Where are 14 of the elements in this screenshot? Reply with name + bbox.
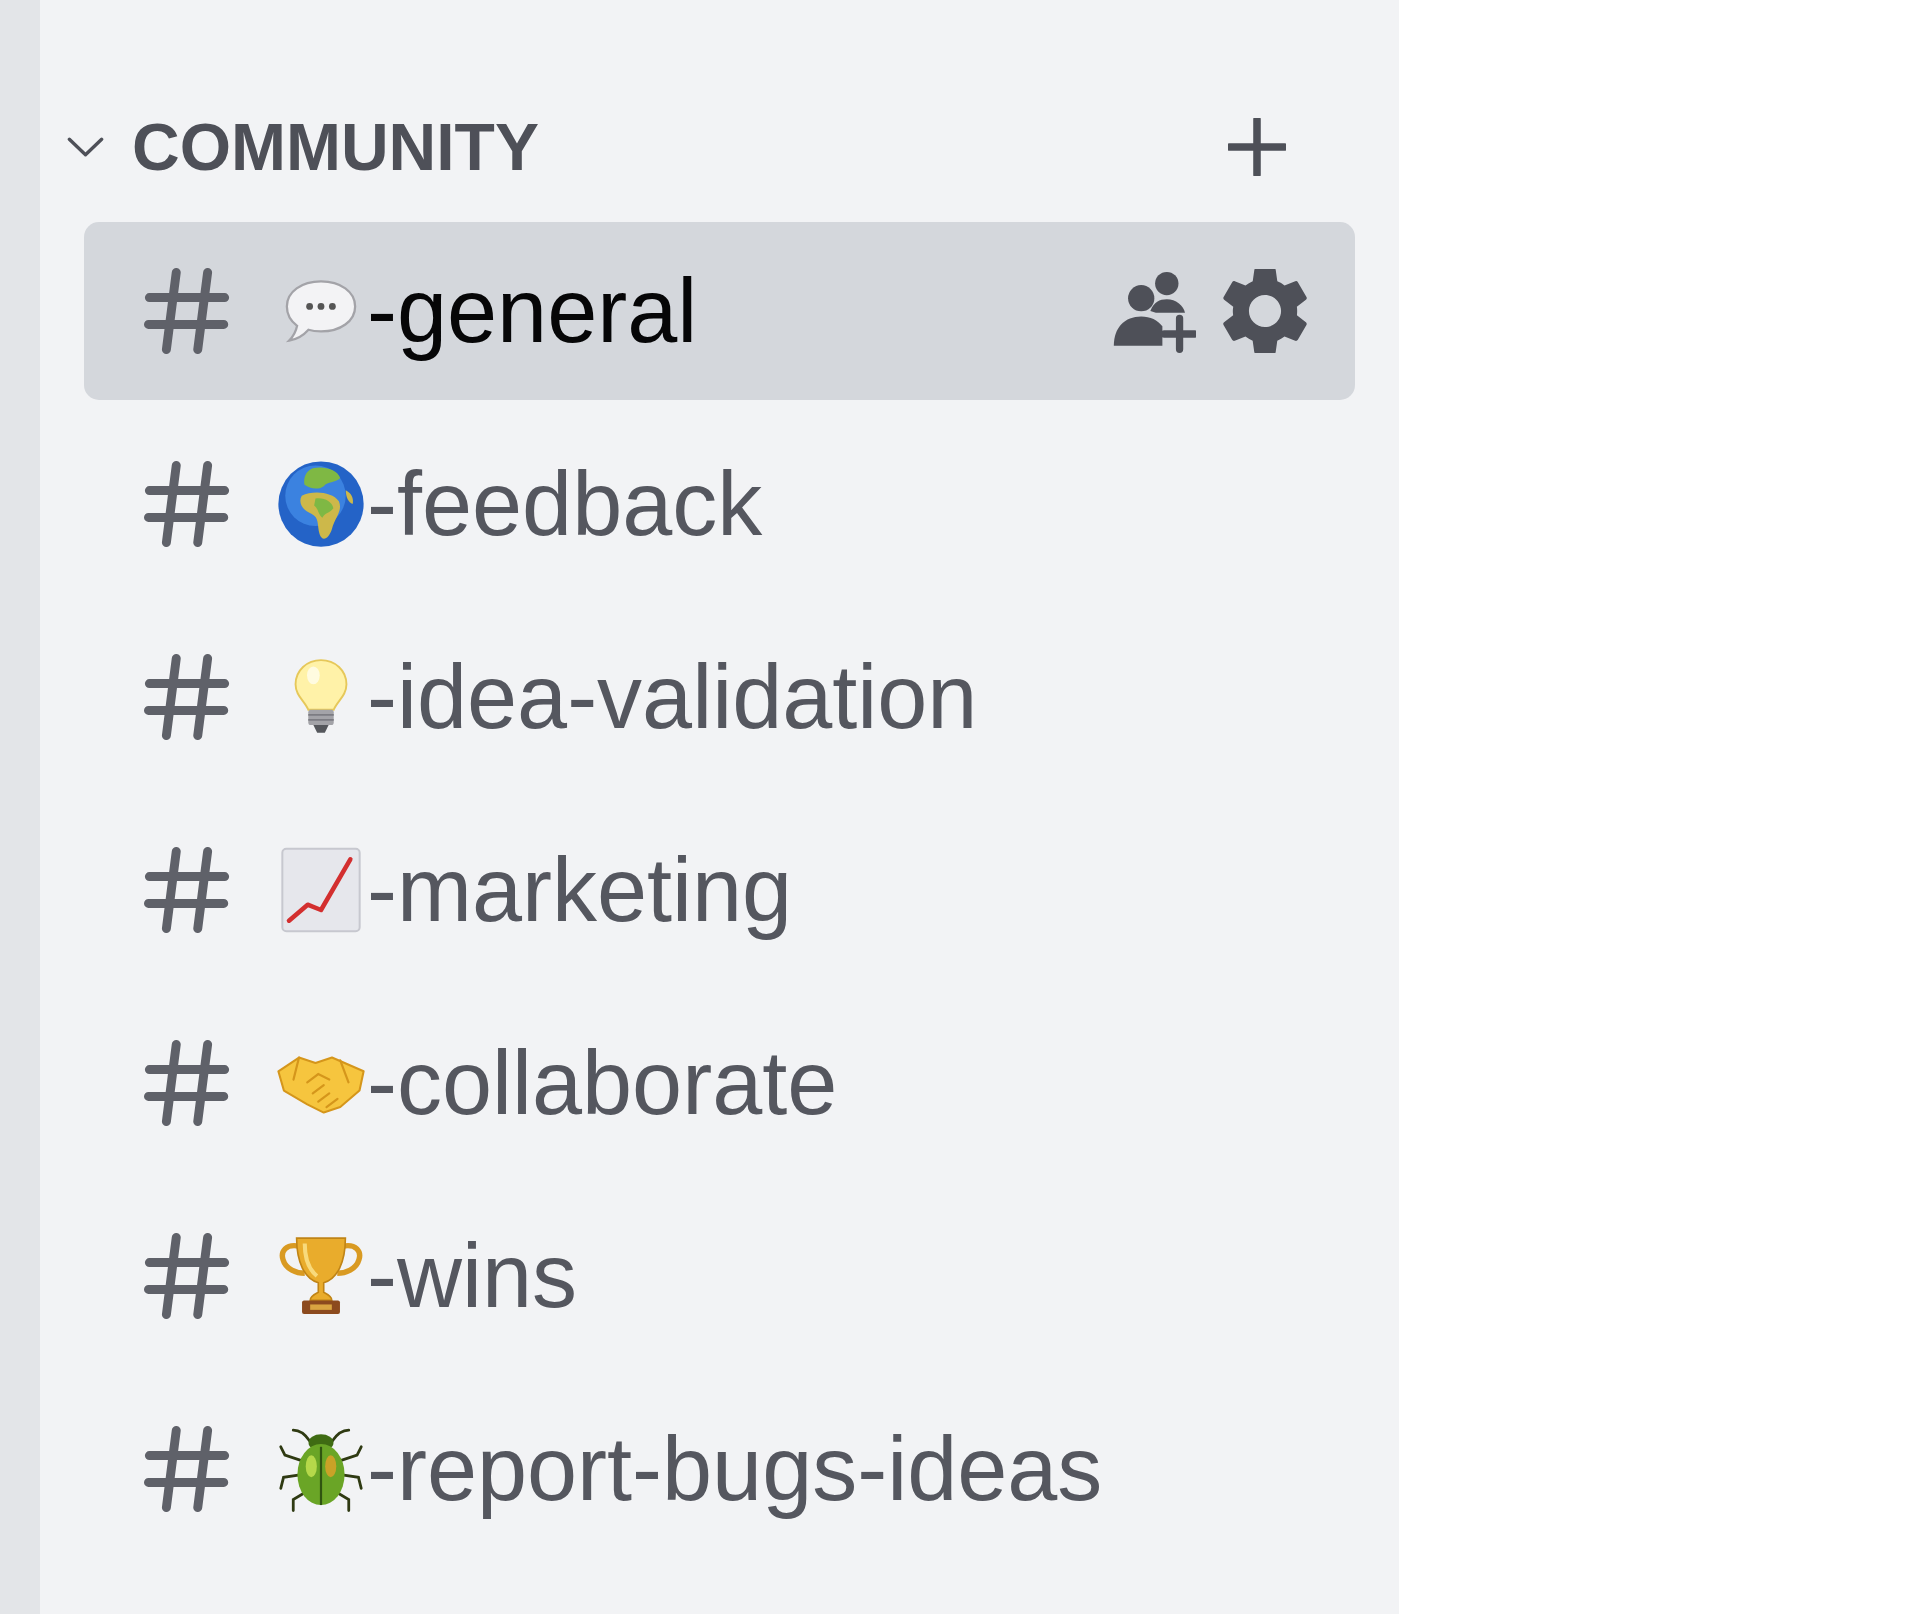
- speech-bubble-icon: [284, 278, 358, 344]
- globe-icon: [277, 460, 365, 548]
- channel-item[interactable]: -marketing: [84, 801, 1355, 979]
- chart-icon: [281, 846, 361, 934]
- person-plus-icon[interactable]: [1112, 269, 1196, 353]
- category-header[interactable]: COMMUNITY: [67, 114, 539, 180]
- channel-item[interactable]: -collaborate: [84, 994, 1355, 1172]
- settings-icon[interactable]: [1223, 269, 1307, 353]
- channel-item[interactable]: -wins: [84, 1187, 1355, 1365]
- plus-icon[interactable]: [1228, 118, 1286, 176]
- channel-item[interactable]: -report-bugs-ideas: [84, 1380, 1355, 1558]
- channel-item[interactable]: -idea-validation: [84, 608, 1355, 786]
- channel-item[interactable]: -general: [84, 222, 1355, 400]
- channel-item[interactable]: -feedback: [84, 415, 1355, 593]
